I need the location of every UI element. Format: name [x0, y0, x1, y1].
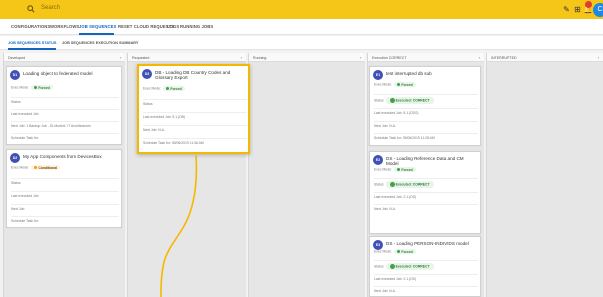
drag-connector-line — [160, 154, 198, 297]
